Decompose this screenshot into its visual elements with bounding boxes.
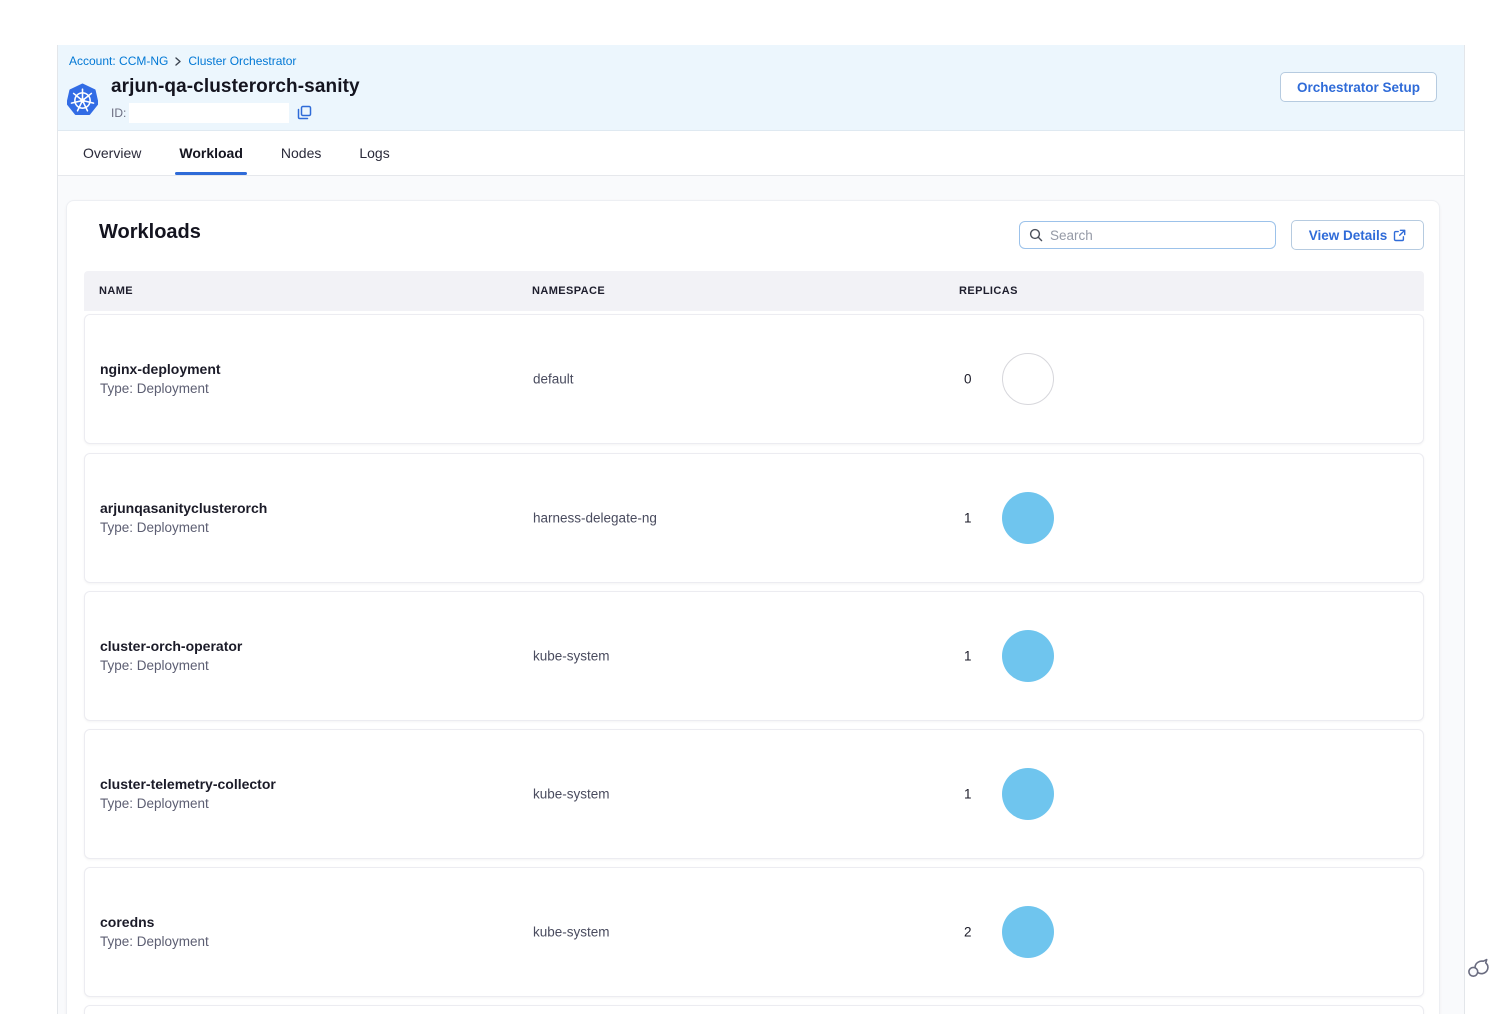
table-row[interactable]: cluster-telemetry-collectorType: Deploym… [84,729,1424,859]
workload-name: coredns [100,913,209,932]
workload-namespace: harness-delegate-ng [533,511,657,526]
workload-name-cell: nginx-deploymentType: Deployment [100,360,221,398]
workload-namespace: kube-system [533,649,610,664]
breadcrumb-section-link[interactable]: Cluster Orchestrator [188,54,296,68]
tab-workload[interactable]: Workload [179,131,243,175]
kubernetes-icon [67,83,98,116]
workload-name-cell: arjunqasanityclusterorchType: Deployment [100,499,267,537]
replica-status-circle [1002,906,1054,958]
breadcrumb-account-link[interactable]: Account: CCM-NG [69,54,168,68]
view-details-label: View Details [1309,228,1388,243]
replica-status-circle [1002,492,1054,544]
chevron-right-icon [174,57,182,66]
replica-count: 0 [964,372,972,387]
replica-count: 1 [964,787,972,802]
replica-count: 1 [964,649,972,664]
workloads-panel: Workloads View Details NAME [66,200,1440,1014]
workload-type: Type: Deployment [100,794,276,813]
replica-status-circle [1002,768,1054,820]
chat-bubbles-icon [1466,954,1492,980]
page-title: arjun-qa-clusterorch-sanity [111,76,360,98]
replica-count: 1 [964,511,972,526]
tab-logs[interactable]: Logs [359,131,389,175]
copy-icon[interactable] [297,105,313,121]
table-row[interactable]: corednsType: Deployment kube-system 2 [84,867,1424,997]
cluster-header: Account: CCM-NG Cluster Orchestrator [58,45,1464,131]
workload-namespace: kube-system [533,925,610,940]
search-icon [1029,228,1043,242]
workload-namespace: default [533,372,574,387]
workload-name: nginx-deployment [100,360,221,379]
tab-overview[interactable]: Overview [83,131,141,175]
replica-status-circle [1002,630,1054,682]
column-header-namespace: NAMESPACE [532,271,605,311]
workloads-title: Workloads [99,221,201,244]
replica-status-circle [1002,353,1054,405]
tab-nodes[interactable]: Nodes [281,131,321,175]
cluster-id-value-redacted [129,103,289,123]
workload-namespace: kube-system [533,787,610,802]
breadcrumb: Account: CCM-NG Cluster Orchestrator [69,54,296,68]
workload-name-cell: cluster-telemetry-collectorType: Deploym… [100,775,276,813]
cluster-id-label: ID: [111,106,126,120]
workload-type: Type: Deployment [100,379,221,398]
view-details-button[interactable]: View Details [1291,220,1424,250]
tab-bar: Overview Workload Nodes Logs [58,131,1464,176]
workload-type: Type: Deployment [100,656,242,675]
workload-name: arjunqasanityclusterorch [100,499,267,518]
table-row[interactable]: nginx-deploymentType: Deployment default 0 [84,314,1424,444]
search-box [1019,221,1276,249]
workload-name: cluster-telemetry-collector [100,775,276,794]
workload-name-cell: cluster-orch-operatorType: Deployment [100,637,242,675]
table-row[interactable]: arjunqasanityclusterorchType: Deployment… [84,453,1424,583]
external-link-icon [1393,229,1406,242]
workload-type: Type: Deployment [100,518,267,537]
column-header-name: NAME [99,271,133,311]
table-row-partial[interactable] [84,1005,1424,1014]
app-frame: Account: CCM-NG Cluster Orchestrator [57,45,1465,1014]
page: Account: CCM-NG Cluster Orchestrator [0,0,1502,1036]
workload-name: cluster-orch-operator [100,637,242,656]
column-header-replicas: REPLICAS [959,271,1018,311]
table-header: NAME NAMESPACE REPLICAS [84,271,1424,311]
replica-count: 2 [964,925,972,940]
chat-help-button[interactable] [1464,952,1494,982]
table-row[interactable]: cluster-orch-operatorType: Deployment kub… [84,591,1424,721]
orchestrator-setup-button[interactable]: Orchestrator Setup [1280,72,1437,102]
workload-type: Type: Deployment [100,932,209,951]
workload-name-cell: corednsType: Deployment [100,913,209,951]
cluster-id-row: ID: [111,103,313,123]
search-input[interactable] [1043,228,1275,243]
content-area: Workloads View Details NAME [58,176,1464,1014]
